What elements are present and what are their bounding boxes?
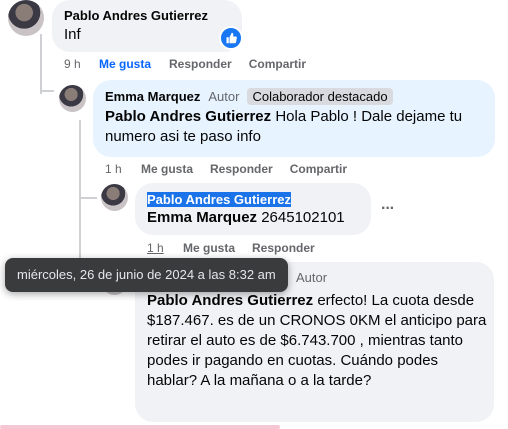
comment-text: Pablo Andres Gutierrez erfecto! La cuota… (147, 291, 487, 391)
thread-line (79, 120, 81, 200)
mention[interactable]: Pablo Andres Gutierrez (105, 108, 271, 125)
reply-button[interactable]: Responder (169, 57, 232, 71)
author-badge: Autor (296, 270, 328, 285)
avatar[interactable] (101, 184, 128, 211)
timestamp[interactable]: 1 h (147, 241, 183, 255)
share-button[interactable]: Compartir (249, 57, 306, 71)
like-reaction-icon[interactable] (219, 26, 243, 50)
comment-bubble: Pablo Andres Gutierrez Inf (52, 0, 242, 52)
comment-text: Pablo Andres Gutierrez Hola Pablo ! Dale… (105, 107, 485, 147)
like-button[interactable]: Me gusta (99, 57, 151, 71)
timestamp[interactable]: 9 h (64, 57, 99, 71)
thread-connector (40, 90, 54, 92)
like-button[interactable]: Me gusta (141, 162, 193, 176)
comment-text: Emma Marquez 2645102101 (147, 208, 345, 228)
avatar[interactable] (8, 0, 44, 36)
comment-author[interactable]: Pablo Andres Gutierrez (64, 8, 208, 23)
comment-header: Emma Marquez Autor Colaborador destacado (105, 88, 393, 105)
bottom-accent (0, 425, 280, 429)
timestamp[interactable]: 1 h (105, 162, 141, 176)
comment-text: Inf (64, 26, 81, 43)
comment-body: 2645102101 (257, 209, 345, 226)
comment-actions: 9 h Me gusta Responder Compartir (64, 57, 306, 71)
thread-line (40, 34, 42, 94)
comment-actions: 1 h Me gusta Responder Compartir (105, 162, 347, 176)
reply-button[interactable]: Responder (252, 241, 315, 255)
comment-actions: 1 h Me gusta Responder (147, 241, 315, 255)
timestamp-tooltip: miércoles, 26 de junio de 2024 a las 8:3… (5, 258, 288, 292)
author-badge: Autor (208, 89, 240, 104)
mention[interactable]: Pablo Andres Gutierrez (147, 292, 313, 309)
comment-author[interactable]: Pablo Andres Gutierrez (147, 192, 291, 207)
mention[interactable]: Emma Marquez (147, 209, 257, 226)
comment-bubble: Pablo Andres Gutierrez Emma Marquez 2645… (135, 183, 371, 235)
comment-author[interactable]: Emma Marquez (105, 89, 200, 104)
share-button[interactable]: Compartir (290, 162, 347, 176)
more-options-icon[interactable]: ··· (381, 200, 395, 218)
like-button[interactable]: Me gusta (183, 241, 235, 255)
comment-bubble: Emma Marquez Autor Colaborador destacado… (93, 80, 495, 157)
role-badge: Colaborador destacado (247, 88, 393, 105)
thread-connector (79, 197, 97, 199)
reply-button[interactable]: Responder (210, 162, 273, 176)
avatar[interactable] (59, 85, 86, 112)
